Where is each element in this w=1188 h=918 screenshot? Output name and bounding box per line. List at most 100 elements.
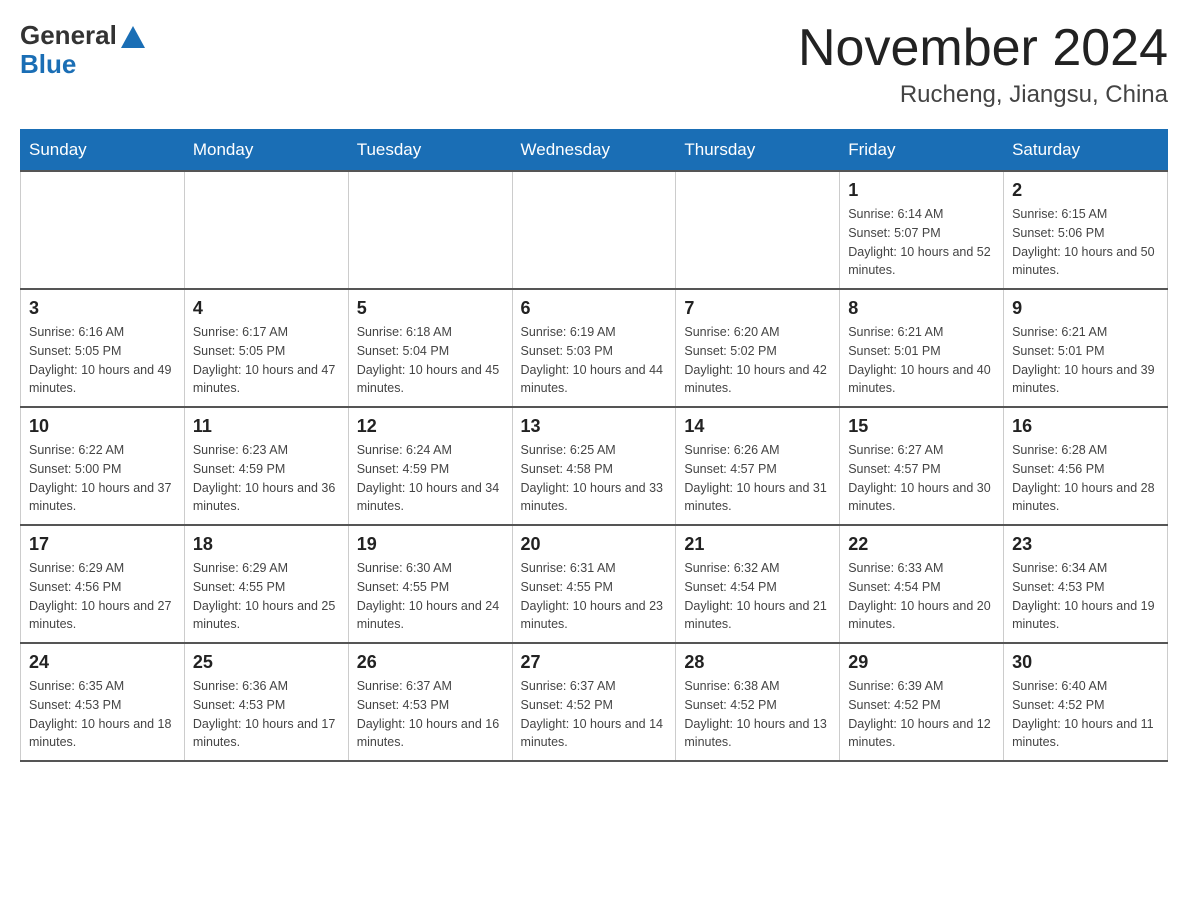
- calendar-cell: 10Sunrise: 6:22 AM Sunset: 5:00 PM Dayli…: [21, 407, 185, 525]
- calendar-cell: 11 Sunrise: 6:23 AM Sunset: 4:59 PM Dayli…: [184, 407, 348, 525]
- calendar-cell: 19Sunrise: 6:30 AM Sunset: 4:55 PM Dayli…: [348, 525, 512, 643]
- calendar-cell: 16 Sunrise: 6:28 AM Sunset: 4:56 PM Dayli…: [1004, 407, 1168, 525]
- day-number: 13: [521, 416, 668, 437]
- day-number: 3: [29, 298, 176, 319]
- title-area: November 2024 Rucheng, Jiangsu, China: [798, 20, 1168, 109]
- day-number: 17: [29, 534, 176, 555]
- weekday-header-friday: Friday: [840, 130, 1004, 172]
- calendar-cell: 15 Sunrise: 6:27 AM Sunset: 4:57 PM Dayli…: [840, 407, 1004, 525]
- calendar-cell: 30 Sunrise: 6:40 AM Sunset: 4:52 PM Dayli…: [1004, 643, 1168, 761]
- day-info: Sunrise: 6:29 AM Sunset: 4:55 PM Dayligh…: [193, 559, 340, 634]
- calendar-cell: 22 Sunrise: 6:33 AM Sunset: 4:54 PM Dayli…: [840, 525, 1004, 643]
- day-number: 28: [684, 652, 831, 673]
- day-info: Sunrise: 6:33 AM Sunset: 4:54 PM Dayligh…: [848, 559, 995, 634]
- calendar-header-row: SundayMondayTuesdayWednesdayThursdayFrid…: [21, 130, 1168, 172]
- calendar-cell: [21, 171, 185, 289]
- day-info: Sunrise: 6:29 AM Sunset: 4:56 PM Dayligh…: [29, 559, 176, 634]
- calendar-cell: 7 Sunrise: 6:20 AM Sunset: 5:02 PM Daylig…: [676, 289, 840, 407]
- calendar-cell: 13 Sunrise: 6:25 AM Sunset: 4:58 PM Dayli…: [512, 407, 676, 525]
- weekday-header-sunday: Sunday: [21, 130, 185, 172]
- calendar-week-row: 3 Sunrise: 6:16 AM Sunset: 5:05 PM Daylig…: [21, 289, 1168, 407]
- calendar-cell: 5Sunrise: 6:18 AM Sunset: 5:04 PM Daylig…: [348, 289, 512, 407]
- day-info: Sunrise: 6:28 AM Sunset: 4:56 PM Dayligh…: [1012, 441, 1159, 516]
- day-number: 27: [521, 652, 668, 673]
- day-number: 21: [684, 534, 831, 555]
- calendar-cell: 17 Sunrise: 6:29 AM Sunset: 4:56 PM Dayli…: [21, 525, 185, 643]
- calendar-cell: 8Sunrise: 6:21 AM Sunset: 5:01 PM Daylig…: [840, 289, 1004, 407]
- day-number: 11: [193, 416, 340, 437]
- day-info: Sunrise: 6:25 AM Sunset: 4:58 PM Dayligh…: [521, 441, 668, 516]
- day-info: Sunrise: 6:39 AM Sunset: 4:52 PM Dayligh…: [848, 677, 995, 752]
- calendar-cell: 21Sunrise: 6:32 AM Sunset: 4:54 PM Dayli…: [676, 525, 840, 643]
- calendar-cell: [676, 171, 840, 289]
- day-number: 9: [1012, 298, 1159, 319]
- weekday-header-tuesday: Tuesday: [348, 130, 512, 172]
- calendar-cell: 28 Sunrise: 6:38 AM Sunset: 4:52 PM Dayli…: [676, 643, 840, 761]
- day-info: Sunrise: 6:15 AM Sunset: 5:06 PM Dayligh…: [1012, 205, 1159, 280]
- calendar-cell: 4Sunrise: 6:17 AM Sunset: 5:05 PM Daylig…: [184, 289, 348, 407]
- day-info: Sunrise: 6:23 AM Sunset: 4:59 PM Dayligh…: [193, 441, 340, 516]
- day-number: 26: [357, 652, 504, 673]
- logo-triangle-icon: [121, 26, 145, 48]
- day-info: Sunrise: 6:38 AM Sunset: 4:52 PM Dayligh…: [684, 677, 831, 752]
- day-number: 4: [193, 298, 340, 319]
- day-info: Sunrise: 6:31 AM Sunset: 4:55 PM Dayligh…: [521, 559, 668, 634]
- day-number: 2: [1012, 180, 1159, 201]
- day-number: 23: [1012, 534, 1159, 555]
- day-info: Sunrise: 6:27 AM Sunset: 4:57 PM Dayligh…: [848, 441, 995, 516]
- calendar-cell: 24Sunrise: 6:35 AM Sunset: 4:53 PM Dayli…: [21, 643, 185, 761]
- calendar-cell: [184, 171, 348, 289]
- day-number: 12: [357, 416, 504, 437]
- day-info: Sunrise: 6:36 AM Sunset: 4:53 PM Dayligh…: [193, 677, 340, 752]
- day-number: 25: [193, 652, 340, 673]
- calendar-cell: 20 Sunrise: 6:31 AM Sunset: 4:55 PM Dayli…: [512, 525, 676, 643]
- day-number: 18: [193, 534, 340, 555]
- calendar-cell: 18 Sunrise: 6:29 AM Sunset: 4:55 PM Dayli…: [184, 525, 348, 643]
- day-number: 6: [521, 298, 668, 319]
- calendar-cell: 23 Sunrise: 6:34 AM Sunset: 4:53 PM Dayli…: [1004, 525, 1168, 643]
- logo-general-text: General: [20, 20, 117, 51]
- day-number: 22: [848, 534, 995, 555]
- day-info: Sunrise: 6:19 AM Sunset: 5:03 PM Dayligh…: [521, 323, 668, 398]
- logo-blue-text: Blue: [20, 49, 76, 80]
- calendar-cell: 29 Sunrise: 6:39 AM Sunset: 4:52 PM Dayli…: [840, 643, 1004, 761]
- day-info: Sunrise: 6:20 AM Sunset: 5:02 PM Dayligh…: [684, 323, 831, 398]
- day-number: 7: [684, 298, 831, 319]
- logo: General Blue: [20, 20, 145, 80]
- weekday-header-wednesday: Wednesday: [512, 130, 676, 172]
- calendar-cell: 26 Sunrise: 6:37 AM Sunset: 4:53 PM Dayli…: [348, 643, 512, 761]
- day-number: 8: [848, 298, 995, 319]
- day-info: Sunrise: 6:37 AM Sunset: 4:53 PM Dayligh…: [357, 677, 504, 752]
- day-number: 16: [1012, 416, 1159, 437]
- calendar-cell: 27 Sunrise: 6:37 AM Sunset: 4:52 PM Dayli…: [512, 643, 676, 761]
- page-header: General Blue November 2024 Rucheng, Jian…: [20, 20, 1168, 109]
- day-info: Sunrise: 6:16 AM Sunset: 5:05 PM Dayligh…: [29, 323, 176, 398]
- day-info: Sunrise: 6:37 AM Sunset: 4:52 PM Dayligh…: [521, 677, 668, 752]
- day-info: Sunrise: 6:14 AM Sunset: 5:07 PM Dayligh…: [848, 205, 995, 280]
- day-number: 14: [684, 416, 831, 437]
- calendar-week-row: 10Sunrise: 6:22 AM Sunset: 5:00 PM Dayli…: [21, 407, 1168, 525]
- day-info: Sunrise: 6:18 AM Sunset: 5:04 PM Dayligh…: [357, 323, 504, 398]
- calendar-cell: 14 Sunrise: 6:26 AM Sunset: 4:57 PM Dayli…: [676, 407, 840, 525]
- weekday-header-thursday: Thursday: [676, 130, 840, 172]
- weekday-header-saturday: Saturday: [1004, 130, 1168, 172]
- day-info: Sunrise: 6:30 AM Sunset: 4:55 PM Dayligh…: [357, 559, 504, 634]
- calendar-table: SundayMondayTuesdayWednesdayThursdayFrid…: [20, 129, 1168, 762]
- day-number: 24: [29, 652, 176, 673]
- day-info: Sunrise: 6:34 AM Sunset: 4:53 PM Dayligh…: [1012, 559, 1159, 634]
- calendar-cell: 12 Sunrise: 6:24 AM Sunset: 4:59 PM Dayli…: [348, 407, 512, 525]
- day-number: 15: [848, 416, 995, 437]
- day-number: 20: [521, 534, 668, 555]
- day-info: Sunrise: 6:26 AM Sunset: 4:57 PM Dayligh…: [684, 441, 831, 516]
- calendar-cell: 2 Sunrise: 6:15 AM Sunset: 5:06 PM Daylig…: [1004, 171, 1168, 289]
- calendar-week-row: 17 Sunrise: 6:29 AM Sunset: 4:56 PM Dayli…: [21, 525, 1168, 643]
- day-number: 1: [848, 180, 995, 201]
- location-subtitle: Rucheng, Jiangsu, China: [798, 81, 1168, 109]
- calendar-cell: 6 Sunrise: 6:19 AM Sunset: 5:03 PM Daylig…: [512, 289, 676, 407]
- calendar-cell: 25 Sunrise: 6:36 AM Sunset: 4:53 PM Dayli…: [184, 643, 348, 761]
- day-number: 29: [848, 652, 995, 673]
- day-number: 30: [1012, 652, 1159, 673]
- day-info: Sunrise: 6:40 AM Sunset: 4:52 PM Dayligh…: [1012, 677, 1159, 752]
- calendar-cell: 9Sunrise: 6:21 AM Sunset: 5:01 PM Daylig…: [1004, 289, 1168, 407]
- day-info: Sunrise: 6:24 AM Sunset: 4:59 PM Dayligh…: [357, 441, 504, 516]
